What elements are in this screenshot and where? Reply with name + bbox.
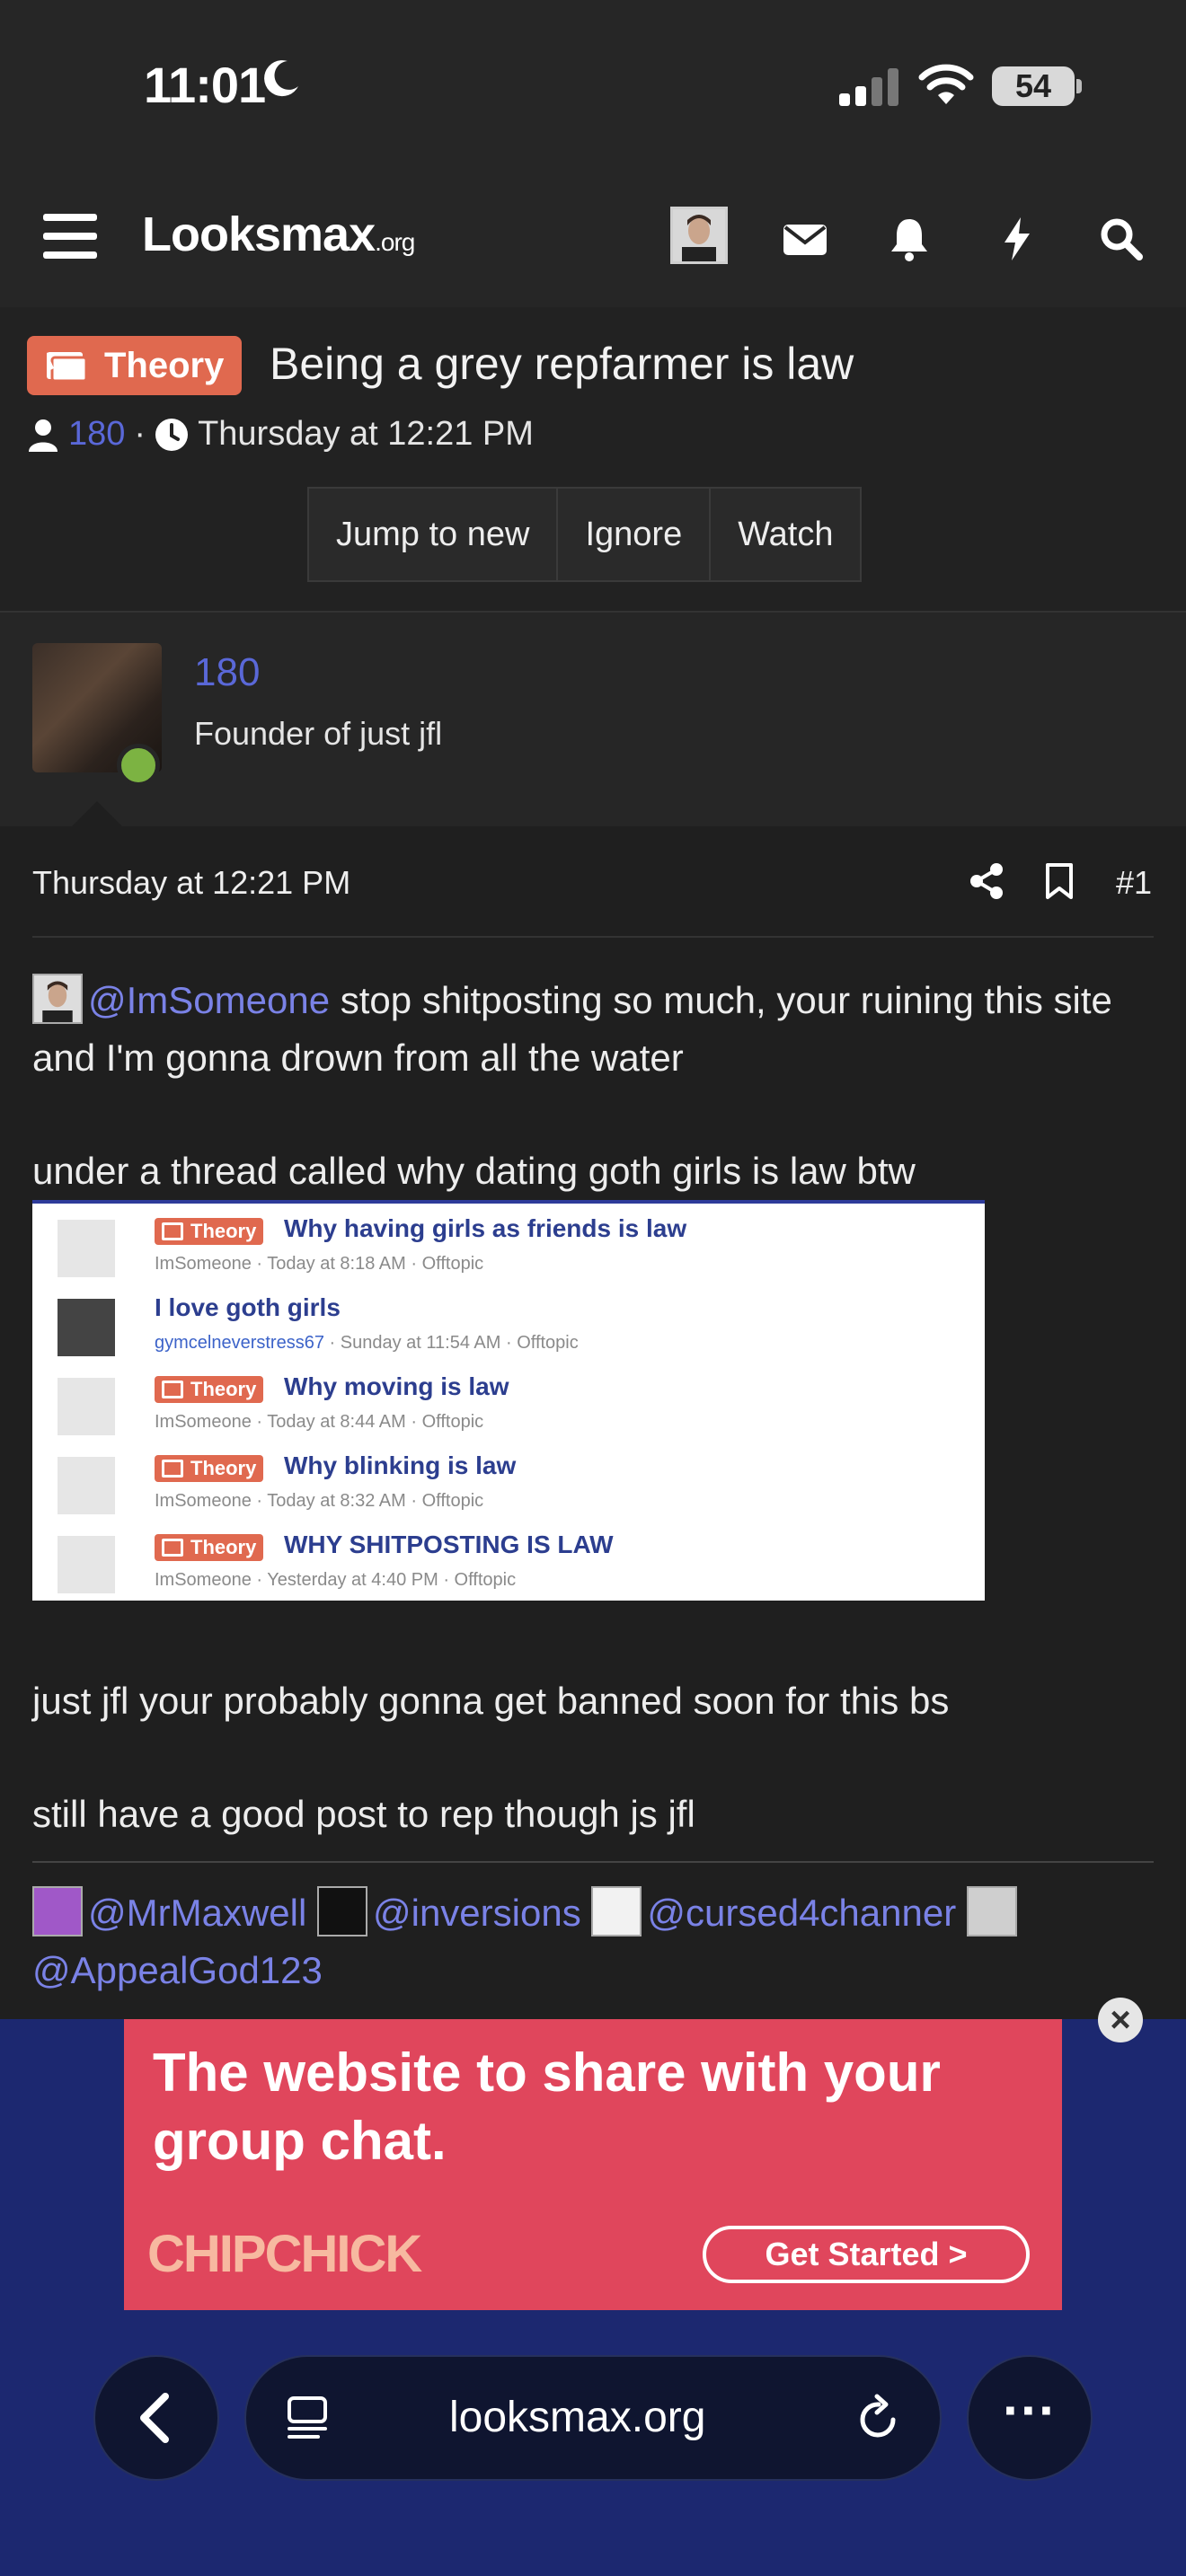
embed-avatar [58, 1536, 115, 1593]
post-date[interactable]: Thursday at 12:21 PM [32, 864, 350, 902]
embedded-thread-list-image: Theory Why having girls as friends is la… [32, 1200, 985, 1601]
post-user-bar [0, 611, 1186, 826]
embed-meta: gymcelneverstress67 · Sunday at 11:54 AM… [155, 1333, 579, 1353]
bookmark-icon[interactable] [1044, 862, 1075, 900]
embed-avatar [58, 1220, 115, 1277]
ad-close-icon[interactable]: × [1098, 1998, 1143, 2042]
bell-icon[interactable] [884, 214, 934, 264]
battery-indicator: 54 [992, 66, 1075, 106]
ad-get-started-button[interactable]: Get Started > [703, 2226, 1030, 2283]
embed-avatar [58, 1457, 115, 1514]
battery-nub [1076, 79, 1082, 93]
bolt-icon[interactable] [992, 214, 1042, 264]
logo-text: Looksmax [142, 207, 376, 261]
ad-headline: The website to share with your group cha… [153, 2042, 941, 2171]
signature-mentions: @MrMaxwell @inversions @cursed4channer @… [32, 1884, 1155, 1999]
poster-username[interactable]: 180 [194, 650, 260, 695]
thread-title: Being a grey repfarmer is law [270, 339, 854, 389]
thread-meta: 180 · Thursday at 12:21 PM [27, 415, 534, 454]
embed-title: Why blinking is law [284, 1451, 517, 1479]
logo-suffix: .org [375, 228, 415, 256]
search-icon[interactable] [1096, 214, 1146, 264]
more-options-icon[interactable]: ··· [967, 2355, 1093, 2481]
thread-author-link[interactable]: 180 [68, 415, 125, 454]
ignore-button[interactable]: Ignore [558, 489, 712, 580]
user-icon [29, 419, 58, 452]
mention-imsomeone[interactable]: @ImSomeone [88, 979, 330, 1021]
url-text: looksmax.org [449, 2394, 706, 2441]
moon-icon [264, 60, 298, 97]
jump-to-new-button[interactable]: Jump to new [309, 489, 559, 580]
embed-meta: ImSomeone · Today at 8:32 AM · Offtopic [155, 1491, 484, 1511]
embed-prefix-badge: Theory [155, 1534, 264, 1561]
mention-avatar [316, 1886, 367, 1936]
embed-row: I love goth girls gymcelneverstress67 · … [32, 1290, 985, 1369]
envelope-icon[interactable] [780, 214, 830, 264]
wifi-icon [918, 64, 974, 104]
embed-avatar [58, 1299, 115, 1356]
embed-title: I love goth girls [155, 1293, 341, 1321]
embed-row: Theory Why having girls as friends is la… [32, 1211, 985, 1290]
mention-cursed4channer[interactable]: @cursed4channer [647, 1892, 956, 1934]
embed-meta: ImSomeone · Yesterday at 4:40 PM · Offto… [155, 1570, 517, 1590]
mention-mrmaxwell[interactable]: @MrMaxwell [88, 1892, 306, 1934]
watch-button[interactable]: Watch [711, 489, 860, 580]
embed-title: Why moving is law [284, 1372, 509, 1400]
signal-icon [839, 68, 898, 106]
site-logo[interactable]: Looksmax.org [142, 207, 415, 262]
post-line-4: still have a good post to rep though js … [32, 1793, 695, 1835]
mention-avatar [591, 1886, 642, 1936]
reload-icon[interactable] [855, 2393, 902, 2443]
embed-prefix-badge: Theory [155, 1218, 264, 1245]
clock-icon [155, 418, 189, 451]
meta-separator: · [134, 415, 146, 453]
embed-title: WHY SHITPOSTING IS LAW [284, 1531, 614, 1558]
signature-divider [32, 1861, 1154, 1863]
post-line-3: just jfl your probably gonna get banned … [32, 1680, 950, 1722]
status-time: 11:01 [144, 57, 266, 113]
ad-brand-logo: CHIPCHICK [147, 2225, 422, 2283]
browser-back-button[interactable] [93, 2355, 219, 2481]
embed-avatar [58, 1378, 115, 1435]
mention-appealgod123[interactable]: @AppealGod123 [32, 1949, 323, 1991]
mention-avatar [966, 1886, 1017, 1936]
chevron-left-icon [140, 2393, 169, 2443]
menu-icon[interactable] [43, 212, 97, 260]
poster-user-title: Founder of just jfl [194, 715, 443, 752]
online-status-dot [117, 744, 160, 787]
embed-title: Why having girls as friends is law [284, 1214, 687, 1242]
embed-row: Theory WHY SHITPOSTING IS LAW ImSomeone … [32, 1527, 985, 1606]
embed-row: Theory Why blinking is law ImSomeone · T… [32, 1448, 985, 1527]
post-divider [32, 936, 1154, 938]
embed-prefix-badge: Theory [155, 1376, 264, 1403]
reader-icon[interactable] [284, 2395, 331, 2441]
post-line-1: @ImSomeone stop shitposting so much, you… [32, 972, 1155, 1087]
thread-date[interactable]: Thursday at 12:21 PM [198, 415, 534, 454]
post-line-2: under a thread called why dating goth gi… [32, 1150, 916, 1192]
user-bar-caret [72, 801, 122, 826]
embed-prefix-badge: Theory [155, 1455, 264, 1482]
mention-avatar [32, 974, 83, 1024]
embed-row: Theory Why moving is law ImSomeone · Tod… [32, 1369, 985, 1448]
mention-avatar [32, 1886, 83, 1936]
thread-prefix-icon [47, 352, 88, 383]
share-icon[interactable] [969, 862, 1005, 900]
thread-actions: Jump to new Ignore Watch [307, 487, 863, 582]
post-number[interactable]: #1 [1116, 864, 1152, 902]
embed-meta: ImSomeone · Today at 8:18 AM · Offtopic [155, 1254, 484, 1274]
account-avatar[interactable] [670, 207, 728, 264]
embed-meta: ImSomeone · Today at 8:44 AM · Offtopic [155, 1412, 484, 1432]
mention-inversions[interactable]: @inversions [373, 1892, 581, 1934]
